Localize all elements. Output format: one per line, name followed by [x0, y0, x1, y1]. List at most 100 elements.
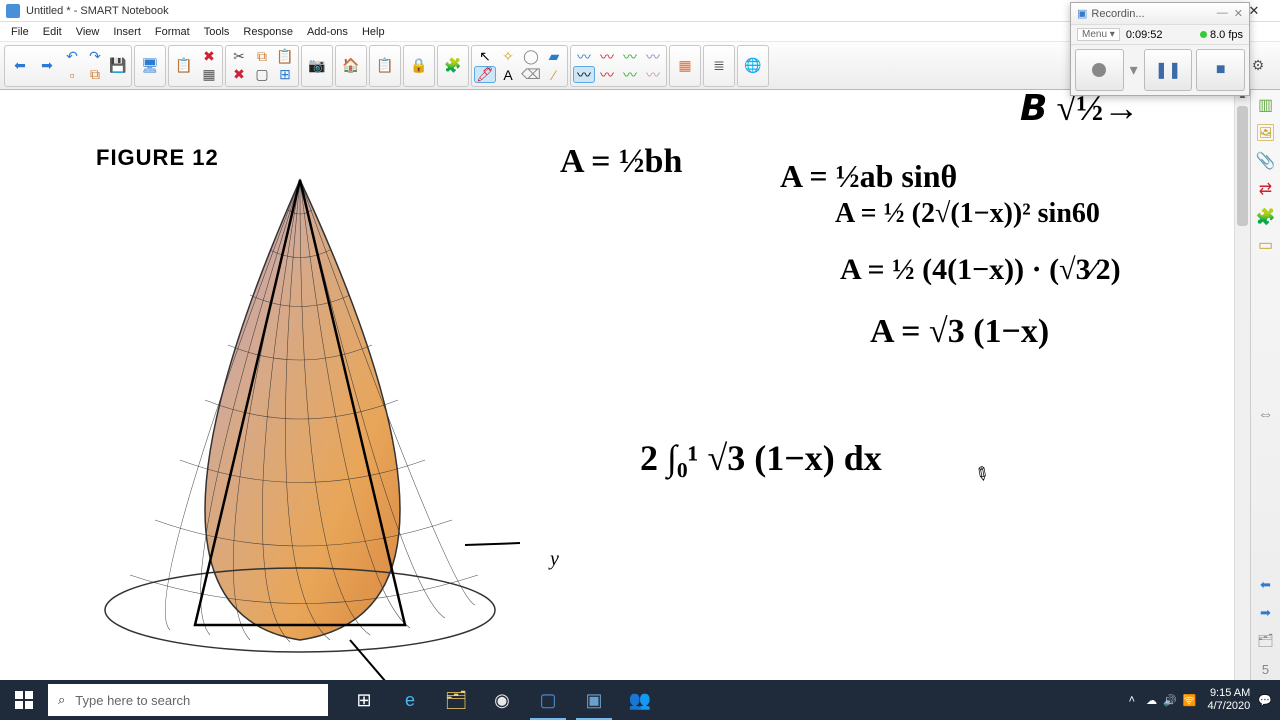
pens-icon[interactable]: 🖊	[474, 66, 496, 83]
smart-icon[interactable]: ▢	[526, 680, 570, 720]
tray-icon-2[interactable]: 🛜	[1183, 695, 1197, 707]
cut-icon[interactable]: ✂	[228, 48, 250, 65]
recorder-record-button[interactable]	[1075, 49, 1124, 91]
home-icon[interactable]: 🏠	[338, 48, 364, 84]
ink-equation-0: A = ½bh	[560, 145, 682, 179]
forward-icon[interactable]: ➡	[34, 48, 60, 84]
pen-preset-7: 〰	[621, 66, 639, 84]
pen-preset-7[interactable]: 〰	[619, 66, 641, 83]
recorder-menu-dropdown[interactable]: Menu ▾	[1077, 28, 1120, 41]
back-icon[interactable]: ⬅	[7, 48, 33, 84]
recorder-icon[interactable]: ▣	[572, 680, 616, 720]
recorder-close-button[interactable]: ✕	[1234, 7, 1243, 20]
tray-icon-0[interactable]: ☁	[1146, 695, 1157, 707]
clear-icon[interactable]: ▢	[251, 66, 273, 83]
gallery-tab[interactable]: 🖼	[1255, 122, 1277, 144]
cone-svg	[100, 170, 520, 680]
pen-preset-1[interactable]: 〰	[573, 48, 595, 65]
pause-icon: ❚❚	[1155, 60, 1182, 80]
page-add-icon: ▫	[63, 66, 81, 83]
recorder-titlebar[interactable]: ▣ Recordin... — ✕	[1071, 3, 1249, 25]
system-tray[interactable]: ˄ ☁ 🔊 🛜 9:15 AM 4/7/2020 💬	[1121, 687, 1280, 713]
next-page-icon[interactable]: ➡	[1255, 602, 1277, 624]
del-icon[interactable]: ✖	[198, 48, 220, 65]
menu-view[interactable]: View	[69, 24, 107, 40]
save-icon[interactable]: 💾	[107, 57, 129, 74]
copy-icon[interactable]: ⧉	[251, 48, 273, 65]
magic-icon[interactable]: ✧	[497, 48, 519, 65]
menu-insert[interactable]: Insert	[106, 24, 148, 40]
screen-shade-icon[interactable]: 📋	[171, 48, 197, 84]
recorder-dropdown-button[interactable]: ▾	[1128, 49, 1140, 91]
tray-chevron-icon[interactable]: ˄	[1129, 694, 1135, 706]
shape-rec-icon[interactable]: ◯	[520, 48, 542, 65]
pen-preset-2[interactable]: 〰	[596, 48, 618, 65]
fill-icon[interactable]: ▰	[543, 48, 565, 65]
puzzle-icon[interactable]: 🧩	[440, 48, 466, 84]
globe-icon[interactable]: 🌐	[740, 48, 766, 84]
eraser-icon[interactable]: ⌫	[520, 66, 542, 83]
pen-preset-4[interactable]: 〰	[642, 48, 664, 65]
camera-icon[interactable]: 📷	[304, 48, 330, 84]
lock-icon[interactable]: 🔒	[406, 48, 432, 84]
tray-icon-1[interactable]: 🔊	[1163, 695, 1177, 707]
canvas[interactable]: FIGURE 12	[0, 90, 1250, 680]
search-box[interactable]: ⌕ Type here to search	[48, 684, 328, 716]
menu-response[interactable]: Response	[236, 24, 300, 40]
redo-icon[interactable]: ↷	[84, 48, 106, 65]
menu-add-ons[interactable]: Add-ons	[300, 24, 355, 40]
addons-tab[interactable]: 🧩	[1255, 206, 1277, 228]
pen-preset-3[interactable]: 〰	[619, 48, 641, 65]
activity-tab[interactable]: ▭	[1255, 234, 1277, 256]
menu-help[interactable]: Help	[355, 24, 392, 40]
prev-page-icon[interactable]: ⬅	[1255, 574, 1277, 596]
color-picker-icon[interactable]: ▦	[672, 48, 698, 84]
delete-icon[interactable]: ✖	[228, 66, 250, 83]
vertical-scrollbar[interactable]: ▲ ▼	[1234, 90, 1250, 680]
screen-icon[interactable]: 🖥	[137, 48, 163, 84]
edge-icon[interactable]: e	[388, 680, 432, 720]
table-icon[interactable]: ⊞	[274, 66, 296, 83]
clipboard-icon: 📋	[376, 57, 394, 75]
collapse-icon[interactable]: ⇔	[1255, 404, 1277, 426]
teams-icon[interactable]: 👥	[618, 680, 662, 720]
chrome-icon[interactable]: ◉	[480, 680, 524, 720]
pen-preset-6[interactable]: 〰	[596, 66, 618, 83]
page-dup-icon[interactable]: ⧉	[84, 66, 106, 83]
recorder-time: 0:09:52	[1126, 29, 1163, 41]
recorder-stop-button[interactable]: ■	[1196, 49, 1245, 91]
page-count[interactable]: 5	[1255, 658, 1277, 680]
align-icon[interactable]: ≣	[706, 48, 732, 84]
attach-tab[interactable]: 📎	[1255, 150, 1277, 172]
pointer-icon[interactable]: ↖	[474, 48, 496, 65]
menu-format[interactable]: Format	[148, 24, 197, 40]
recorder-minimize-button[interactable]: —	[1217, 7, 1228, 20]
text-icon[interactable]: A	[497, 66, 519, 83]
clock[interactable]: 9:15 AM 4/7/2020	[1207, 687, 1250, 713]
recorder-window[interactable]: ▣ Recordin... — ✕ Menu ▾ 0:09:52 8.0 fps…	[1070, 2, 1250, 96]
grid-toggle-icon[interactable]: ▦	[198, 66, 220, 83]
explorer-icon[interactable]: 🗂	[434, 680, 478, 720]
toolbar-group-clipboard: 📋	[369, 45, 401, 87]
groups-icon[interactable]: 🗂	[1255, 630, 1277, 652]
undo-icon[interactable]: ↶	[61, 48, 83, 65]
fill-icon: ▰	[545, 48, 563, 65]
menu-tools[interactable]: Tools	[197, 24, 237, 40]
notifications-icon[interactable]: 💬	[1258, 694, 1272, 707]
pen-preset-5[interactable]: 〰	[573, 66, 595, 83]
clipboard-icon[interactable]: 📋	[372, 48, 398, 84]
start-button[interactable]	[0, 680, 48, 720]
pen-preset-8[interactable]: 〰	[642, 66, 664, 83]
recorder-pause-button[interactable]: ❚❚	[1144, 49, 1193, 91]
line-icon[interactable]: ∕	[543, 66, 565, 83]
props-tab[interactable]: ⇄	[1255, 178, 1277, 200]
page-add-icon[interactable]: ▫	[61, 66, 83, 83]
task-view-icon[interactable]: ⊞	[342, 680, 386, 720]
del-icon: ✖	[200, 48, 218, 65]
menu-file[interactable]: File	[4, 24, 36, 40]
page-sorter-tab[interactable]: ▥	[1255, 94, 1277, 116]
pen-preset-1: 〰	[575, 48, 593, 66]
paste-icon[interactable]: 📋	[274, 48, 296, 65]
scroll-thumb[interactable]	[1237, 106, 1248, 226]
menu-edit[interactable]: Edit	[36, 24, 69, 40]
